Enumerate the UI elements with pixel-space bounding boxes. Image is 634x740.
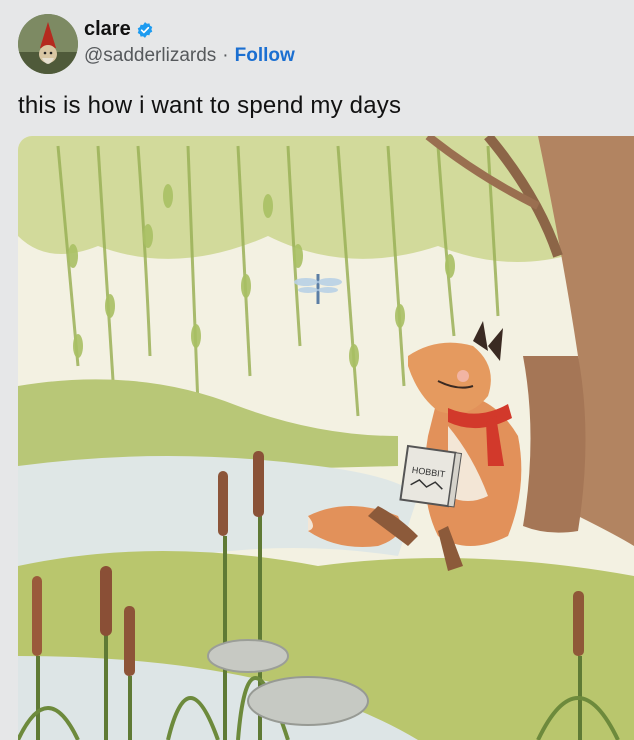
author-name-row: clare — [84, 18, 154, 41]
follow-button[interactable]: Follow — [235, 45, 295, 67]
tweet-card: clare @sadderlizards · Follow this is ho… — [0, 0, 634, 740]
author-handle[interactable]: @sadderlizards — [84, 45, 216, 67]
handle-row: @sadderlizards · Follow — [84, 45, 295, 67]
display-name[interactable]: clare — [84, 18, 131, 41]
tweet-text: this is how i want to spend my days — [18, 92, 402, 119]
verified-badge-icon — [137, 21, 152, 38]
avatar[interactable] — [18, 14, 78, 74]
separator: · — [222, 45, 229, 66]
tweet-image[interactable]: HOBBIT — [18, 136, 634, 740]
